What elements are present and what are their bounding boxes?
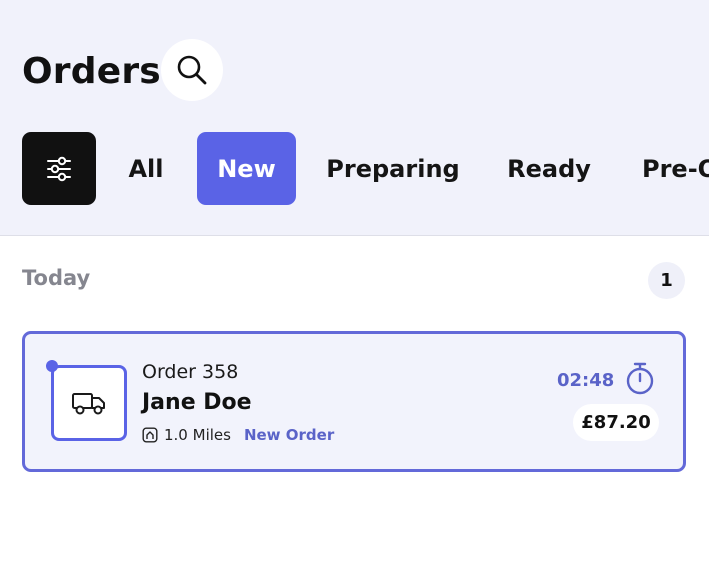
order-count-badge: 1 (648, 262, 685, 299)
tab-all[interactable]: All (110, 132, 182, 205)
order-card[interactable]: Order 358 Jane Doe 1.0 Miles New Order 0… (22, 331, 686, 472)
customer-name: Jane Doe (142, 390, 252, 415)
search-icon (177, 55, 207, 85)
search-button[interactable] (161, 39, 223, 101)
order-status: New Order (243, 426, 335, 444)
order-timer: 02:48 (557, 370, 615, 391)
section-label-today: Today (22, 266, 91, 290)
order-meta: 1.0 Miles New Order (142, 425, 334, 445)
sliders-icon (47, 156, 71, 181)
tab-preparing[interactable]: Preparing (318, 132, 468, 205)
truck-icon (72, 393, 105, 415)
tab-new[interactable]: New (197, 132, 296, 205)
order-price: £87.20 (573, 404, 659, 441)
page-title: Orders (22, 51, 161, 92)
stopwatch-icon (626, 362, 654, 395)
route-icon (142, 427, 158, 443)
orders-header: Orders All New Preparing Ready Pre-O (0, 0, 709, 236)
tab-pre-order[interactable]: Pre-O (642, 132, 709, 205)
filter-button[interactable] (22, 132, 96, 205)
tab-ready[interactable]: Ready (496, 132, 602, 205)
order-distance: 1.0 Miles (164, 426, 231, 444)
order-number: Order 358 (142, 361, 239, 383)
delivery-type-badge (51, 365, 127, 441)
new-status-dot (46, 360, 58, 372)
